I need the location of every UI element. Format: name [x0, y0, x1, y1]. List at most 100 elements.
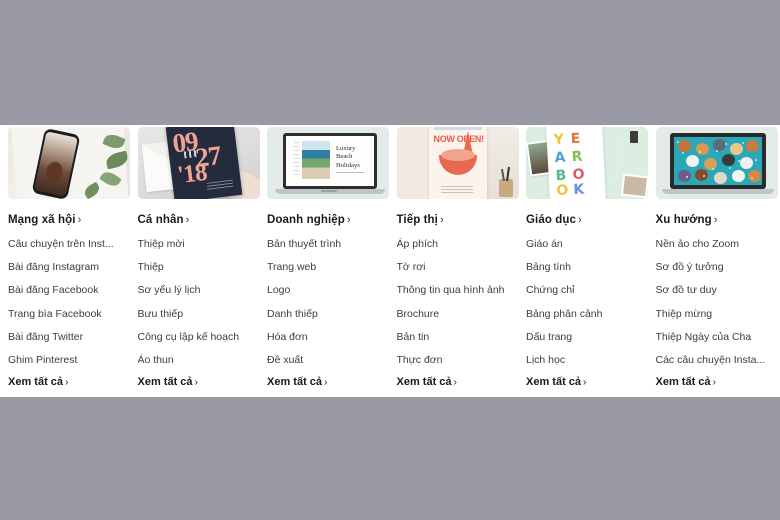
dog-face-icon	[747, 170, 761, 182]
list-item[interactable]: Nền ảo cho Zoom	[656, 233, 772, 256]
see-all-link-mang-xa-hoi[interactable]: Xem tất cả ›	[8, 375, 124, 390]
list-item[interactable]: Giáo án	[526, 233, 642, 256]
see-all-link-tiep-thi[interactable]: Xem tất cả ›	[397, 375, 513, 390]
see-all-link-doanh-nghiep[interactable]: Xem tất cả ›	[267, 375, 383, 390]
snow-dot	[698, 151, 701, 153]
list-item[interactable]: Trang bìa Facebook	[8, 303, 124, 326]
dog-face-icon	[731, 170, 745, 182]
thumbnail-doanh-nghiep[interactable]: Luxury Beach Holidays	[267, 127, 389, 199]
list-item[interactable]: Bài đăng Twitter	[8, 326, 124, 349]
yearbook-letter: O	[572, 166, 585, 184]
list-item[interactable]: Các câu chuyện Insta...	[656, 349, 772, 372]
list-item[interactable]: Thiệp	[138, 256, 254, 279]
thumbnail-ca-nhan[interactable]: 09 27 '18	[137, 127, 260, 199]
list-item[interactable]: Hóa đơn	[267, 326, 383, 349]
snow-dot	[741, 142, 744, 144]
list-item[interactable]: Thông tin qua hình ảnh	[397, 279, 513, 302]
list-item[interactable]: Bưu thiếp	[138, 303, 254, 326]
list-item[interactable]: Thực đơn	[397, 349, 513, 372]
see-all-link-xu-huong[interactable]: Xem tất cả ›	[656, 375, 772, 390]
chevron-right-icon: ›	[713, 214, 718, 226]
list-item[interactable]: Tờ rơi	[397, 256, 513, 279]
category-title-tiep-thi[interactable]: Tiếp thị ›	[397, 213, 513, 227]
category-title-label: Doanh nghiệp	[267, 214, 345, 226]
snow-dot	[681, 152, 684, 154]
thumbnail-art-invitation-card: 09 27 '18	[137, 127, 260, 199]
see-all-label: Xem tất cả	[655, 376, 711, 389]
list-item[interactable]: Ghim Pinterest	[8, 349, 124, 372]
list-item[interactable]: Sơ yếu lý lịch	[138, 279, 254, 302]
list-item[interactable]: Logo	[267, 279, 383, 302]
list-item[interactable]: Sơ đồ ý tưởng	[656, 256, 772, 279]
yearbook-letter: O	[556, 182, 569, 199]
chevron-right-icon: ›	[194, 376, 199, 389]
list-item[interactable]: Danh thiếp	[267, 303, 383, 326]
list-item[interactable]: Thiệp mời	[138, 233, 254, 256]
category-title-label: Xu hướng	[655, 214, 712, 226]
thumbnail-art-phone-on-cloth	[8, 127, 130, 199]
snow-dot	[689, 158, 692, 160]
chevron-right-icon: ›	[185, 214, 190, 226]
snow-dot	[754, 159, 757, 161]
category-title-label: Cá nhân	[137, 214, 184, 226]
thumbnail-art-laptop-presentation: Luxury Beach Holidays	[267, 127, 389, 199]
list-item[interactable]: Câu chuyện trên Inst...	[8, 233, 124, 256]
top-chrome-band	[0, 0, 780, 125]
poster-headline-text: NOW OPEN!	[433, 134, 485, 144]
list-item[interactable]: Bảng phân cảnh	[526, 303, 642, 326]
dog-face-icon	[712, 139, 726, 151]
list-item[interactable]: Đề xuất	[267, 349, 383, 372]
list-item[interactable]: Chứng chỉ	[526, 279, 642, 302]
dog-face-icon	[677, 170, 691, 182]
chevron-right-icon: ›	[578, 214, 582, 226]
thumbnail-giao-duc[interactable]: Y E A R B O O K	[526, 127, 648, 199]
list-item[interactable]: Bản thuyết trình	[267, 233, 383, 256]
category-column-doanh-nghiep: Luxury Beach Holidays Doanh nghiệp › Bản …	[259, 125, 389, 397]
list-item[interactable]: Bài đăng Instagram	[8, 256, 124, 279]
see-all-link-giao-duc[interactable]: Xem tất cả ›	[526, 375, 642, 390]
chevron-right-icon: ›	[712, 376, 717, 389]
thumbnail-tiep-thi[interactable]: NOW OPEN!	[396, 127, 519, 199]
category-title-mang-xa-hoi[interactable]: Mạng xã hội ›	[8, 213, 124, 227]
chevron-right-icon: ›	[439, 214, 444, 226]
see-all-link-ca-nhan[interactable]: Xem tất cả ›	[138, 375, 254, 390]
category-title-ca-nhan[interactable]: Cá nhân ›	[138, 213, 254, 227]
list-item[interactable]: Lịch học	[526, 349, 642, 372]
bottom-chrome-band	[0, 397, 780, 520]
snow-dot	[750, 177, 753, 179]
dog-face-icon	[695, 143, 709, 155]
link-list-xu-huong: Nền ảo cho Zoom Sơ đồ ý tưởng Sơ đồ tư d…	[656, 233, 772, 372]
category-title-label: Tiếp thị	[396, 214, 438, 226]
list-item[interactable]: Bản tin	[397, 326, 513, 349]
list-item[interactable]: Áo thun	[138, 349, 254, 372]
category-title-doanh-nghiep[interactable]: Doanh nghiệp ›	[267, 213, 383, 227]
yearbook-letter: E	[570, 130, 581, 148]
dog-face-icon	[739, 157, 753, 169]
snow-dot	[728, 167, 731, 169]
list-item[interactable]: Thiệp mừng	[656, 303, 772, 326]
list-item[interactable]: Công cụ lập kế hoạch	[138, 326, 254, 349]
yearbook-letter: K	[572, 181, 585, 199]
see-all-label: Xem tất cả	[396, 376, 452, 389]
list-item[interactable]: Bài đăng Facebook	[8, 279, 124, 302]
link-list-doanh-nghiep: Bản thuyết trình Trang web Logo Danh thi…	[267, 233, 383, 372]
yearbook-letter: R	[571, 148, 583, 166]
list-item[interactable]: Thiệp Ngày của Cha	[656, 326, 772, 349]
list-item[interactable]: Dấu trang	[526, 326, 642, 349]
category-title-xu-huong[interactable]: Xu hướng ›	[656, 213, 772, 227]
list-item[interactable]: Sơ đồ tư duy	[656, 279, 772, 302]
chevron-right-icon: ›	[346, 214, 351, 226]
snow-dot	[737, 160, 740, 162]
card-year-text: '18	[175, 158, 208, 190]
category-title-giao-duc[interactable]: Giáo dục ›	[526, 213, 642, 227]
snow-dot	[702, 175, 705, 177]
list-item[interactable]: Bảng tính	[526, 256, 642, 279]
list-item[interactable]: Trang web	[267, 256, 383, 279]
chevron-right-icon: ›	[583, 376, 587, 389]
list-item[interactable]: Áp phích	[397, 233, 513, 256]
thumbnail-xu-huong[interactable]	[655, 127, 778, 199]
list-item[interactable]: Brochure	[397, 303, 513, 326]
yearbook-letter: Y	[553, 131, 565, 149]
thumbnail-mang-xa-hoi[interactable]	[8, 127, 130, 199]
chevron-right-icon: ›	[77, 214, 82, 226]
